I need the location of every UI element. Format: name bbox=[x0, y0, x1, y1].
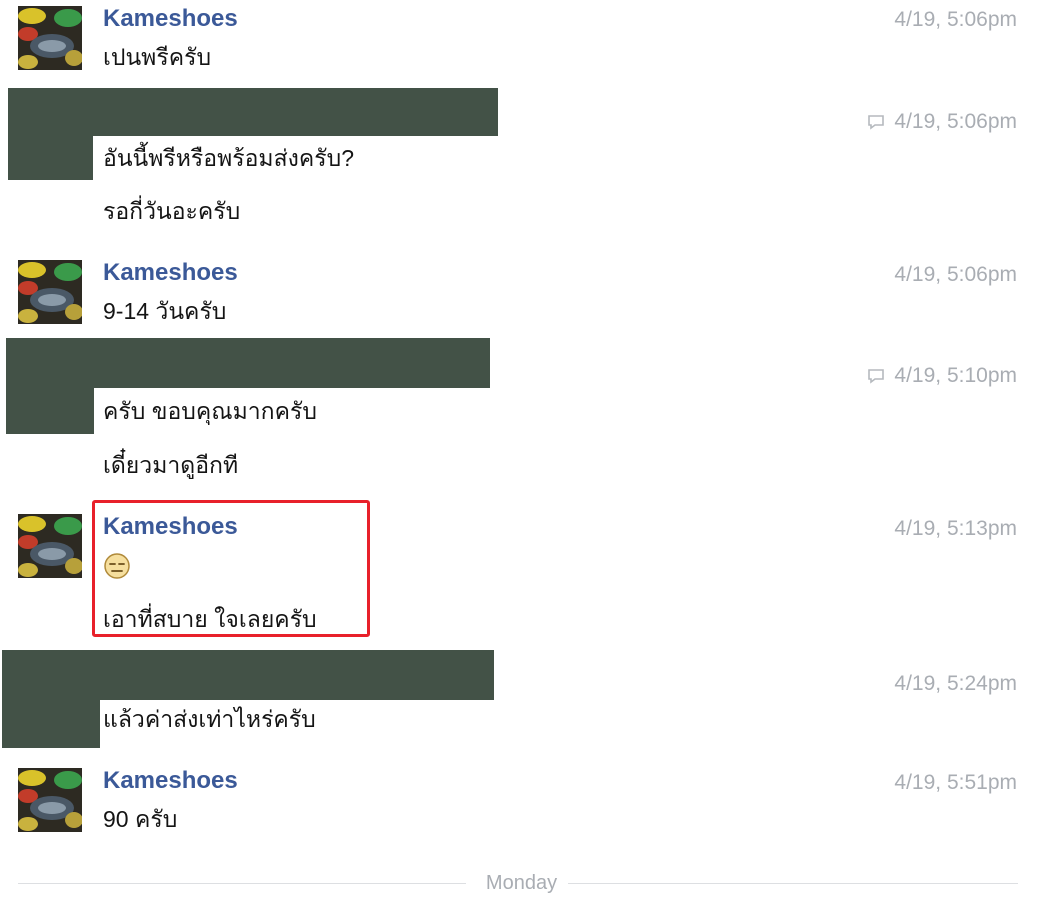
timestamp-label: 4/19, 5:13pm bbox=[894, 517, 1017, 540]
message-text: อันนี้พรีหรือพร้อมส่งครับ? bbox=[103, 145, 354, 171]
sender-name[interactable]: Kameshoes bbox=[103, 258, 238, 288]
redacted-name-block bbox=[2, 650, 494, 700]
reply-icon[interactable] bbox=[866, 112, 886, 132]
message-text: ครับ ขอบคุณมากครับ bbox=[103, 398, 317, 424]
timestamp-label: 4/19, 5:06pm bbox=[894, 8, 1017, 31]
avatar[interactable] bbox=[18, 768, 82, 832]
message-text: 90 ครับ bbox=[103, 806, 178, 832]
sender-name[interactable]: Kameshoes bbox=[103, 766, 238, 796]
message-text: 9-14 วันครับ bbox=[103, 298, 227, 324]
timestamp-label: 4/19, 5:06pm bbox=[894, 110, 1017, 133]
redacted-name-block bbox=[6, 338, 490, 388]
message-text: เดี๋ยวมาดูอีกที bbox=[103, 452, 239, 478]
message-timestamp: 4/19, 5:24pm bbox=[894, 670, 1017, 698]
avatar[interactable] bbox=[18, 260, 82, 324]
message-timestamp: 4/19, 5:06pm bbox=[866, 108, 1017, 136]
redacted-avatar-block bbox=[2, 700, 100, 748]
message-timestamp: 4/19, 5:10pm bbox=[866, 362, 1017, 390]
avatar[interactable] bbox=[18, 514, 82, 578]
message-timestamp: 4/19, 5:13pm bbox=[894, 515, 1017, 543]
timestamp-label: 4/19, 5:10pm bbox=[894, 364, 1017, 387]
redacted-name-block bbox=[8, 88, 498, 136]
shoe-photo-icon bbox=[18, 768, 82, 832]
timestamp-label: 4/19, 5:06pm bbox=[894, 263, 1017, 286]
timestamp-label: 4/19, 5:24pm bbox=[894, 672, 1017, 695]
message-text: รอกี่วันอะครับ bbox=[103, 198, 241, 224]
reply-icon[interactable] bbox=[866, 366, 886, 386]
timestamp-label: 4/19, 5:51pm bbox=[894, 771, 1017, 794]
message-timestamp: 4/19, 5:06pm bbox=[894, 261, 1017, 289]
shoe-photo-icon bbox=[18, 6, 82, 70]
message-timestamp: 4/19, 5:51pm bbox=[894, 769, 1017, 797]
highlight-box bbox=[92, 500, 370, 637]
avatar[interactable] bbox=[18, 6, 82, 70]
sender-name[interactable]: Kameshoes bbox=[103, 4, 238, 34]
day-divider-label: Monday bbox=[485, 872, 558, 894]
shoe-photo-icon bbox=[18, 514, 82, 578]
message-timestamp: 4/19, 5:06pm bbox=[894, 6, 1017, 34]
message-text: เปนพรีครับ bbox=[103, 44, 212, 70]
redacted-avatar-block bbox=[6, 388, 94, 434]
redacted-avatar-block bbox=[8, 136, 93, 180]
shoe-photo-icon bbox=[18, 260, 82, 324]
message-text: แล้วค่าส่งเท่าไหร่ครับ bbox=[103, 706, 316, 732]
